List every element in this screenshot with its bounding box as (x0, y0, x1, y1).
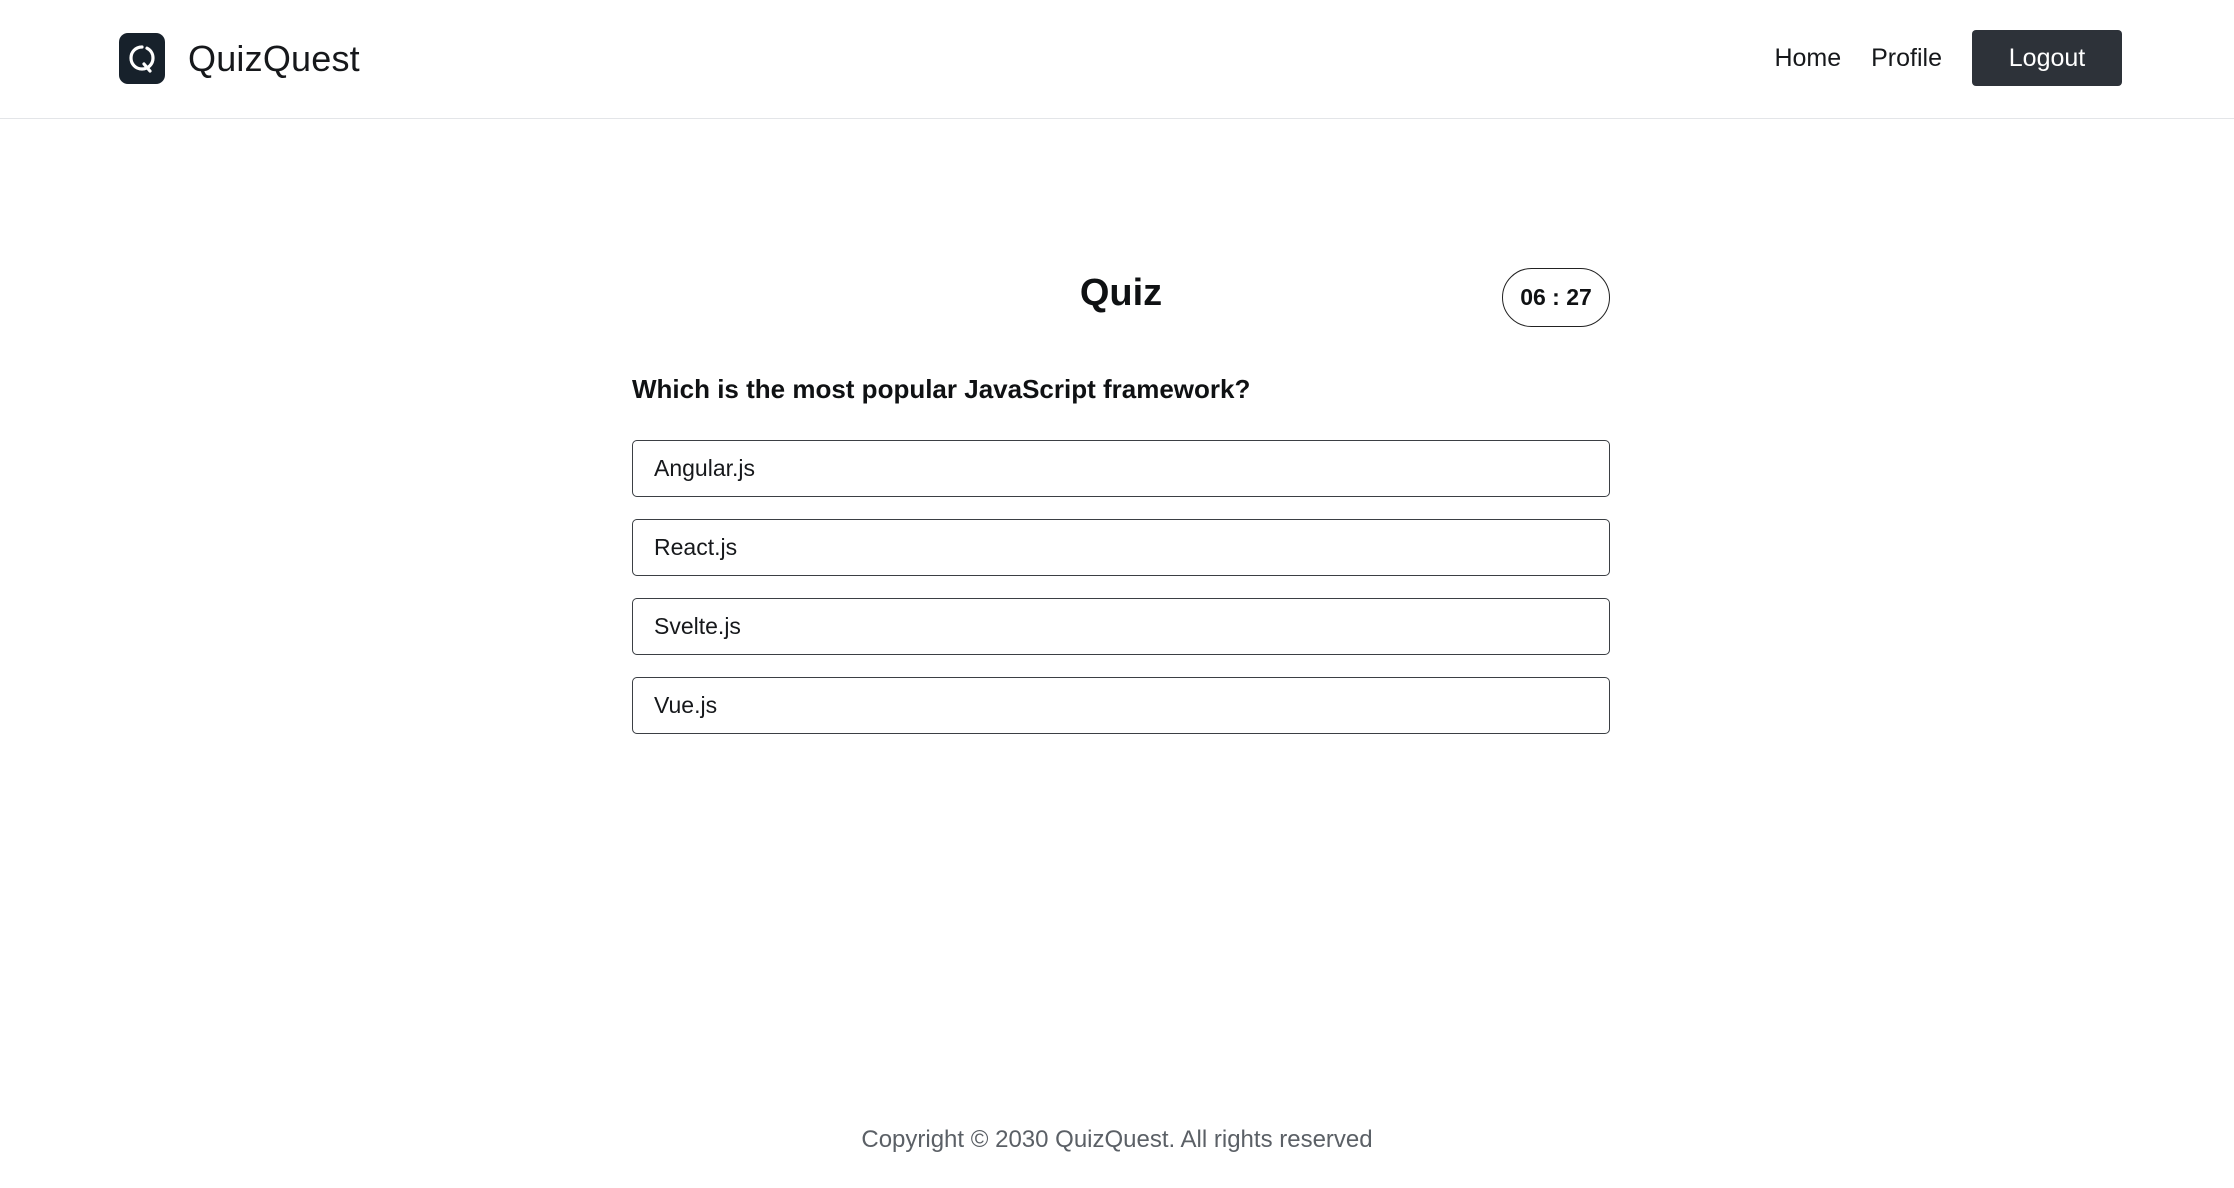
countdown-timer: 06 : 27 (1502, 268, 1610, 327)
answer-option-react[interactable]: React.js (632, 519, 1610, 576)
answer-options: Angular.js React.js Svelte.js Vue.js (632, 440, 1610, 734)
answer-option-svelte[interactable]: Svelte.js (632, 598, 1610, 655)
quiz-panel: Quiz 06 : 27 Which is the most popular J… (632, 268, 1610, 734)
answer-option-label: Vue.js (654, 692, 718, 718)
answer-option-label: Svelte.js (654, 613, 741, 639)
brand-name: QuizQuest (188, 37, 360, 79)
nav-profile-link[interactable]: Profile (1871, 44, 1942, 73)
quizquest-logo-icon (119, 33, 165, 84)
page-footer: Copyright © 2030 QuizQuest. All rights r… (0, 1126, 2234, 1154)
page: QuizQuest Home Profile Logout Quiz 06 : … (0, 0, 2234, 1188)
question-text: Which is the most popular JavaScript fra… (632, 374, 1251, 404)
answer-option-label: React.js (654, 534, 738, 560)
brand[interactable]: QuizQuest (119, 33, 360, 84)
logout-button[interactable]: Logout (1972, 30, 2122, 86)
quiz-header: Quiz 06 : 27 (632, 268, 1610, 328)
top-header: QuizQuest Home Profile Logout (0, 0, 2234, 119)
answer-option-label: Angular.js (654, 455, 756, 481)
main-nav: Home Profile Logout (1774, 30, 2122, 86)
copyright-text: Copyright © 2030 QuizQuest. All rights r… (861, 1126, 1373, 1153)
nav-home-link[interactable]: Home (1774, 44, 1841, 73)
answer-option-vue[interactable]: Vue.js (632, 677, 1610, 734)
quiz-title: Quiz (1079, 272, 1163, 314)
answer-option-angular[interactable]: Angular.js (632, 440, 1610, 497)
